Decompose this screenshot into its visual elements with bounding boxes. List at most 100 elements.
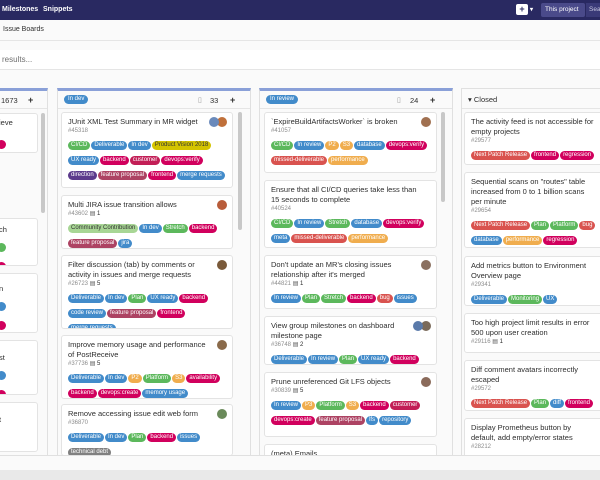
- label-badge[interactable]: Platform: [316, 401, 345, 410]
- label-badge[interactable]: Plan: [128, 433, 147, 442]
- label-badge[interactable]: Deliverable: [68, 374, 105, 383]
- label-badge[interactable]: CI/CD: [271, 219, 294, 228]
- global-search-input[interactable]: Search: [586, 3, 600, 17]
- label-badge[interactable]: Deliverable: [91, 141, 128, 150]
- label-badge[interactable]: backend: [100, 156, 129, 165]
- label-badge[interactable]: customer: [129, 156, 161, 165]
- label-badge[interactable]: UX: [543, 295, 558, 304]
- issue-title[interactable]: View group milestones on dashboard miles…: [271, 321, 431, 341]
- issue-card[interactable]: n: [0, 273, 38, 333]
- label-badge[interactable]: devops:create: [97, 389, 142, 398]
- label-badge[interactable]: performance: [348, 234, 389, 243]
- label-badge[interactable]: In dev: [105, 374, 128, 383]
- label-badge[interactable]: devops:verify: [385, 141, 428, 150]
- add-issue-button[interactable]: +: [28, 95, 33, 105]
- label-badge[interactable]: frontend: [148, 171, 177, 180]
- add-issue-button[interactable]: +: [430, 95, 435, 105]
- issue-title[interactable]: Improve memory usage and performance of …: [68, 340, 227, 360]
- add-issue-button[interactable]: +: [230, 95, 235, 105]
- label-badge[interactable]: Next Patch Release: [471, 151, 531, 160]
- issue-title[interactable]: Display Prometheus button by default, ad…: [471, 423, 600, 443]
- label-badge[interactable]: UX ready: [358, 355, 390, 364]
- label-badge[interactable]: In review: [294, 219, 325, 228]
- label-badge[interactable]: bug: [579, 221, 596, 230]
- assignee-avatar[interactable]: [217, 409, 227, 419]
- assignee-avatar[interactable]: [421, 260, 431, 270]
- issue-title[interactable]: Diff comment avatars incorrectly escaped: [471, 365, 600, 385]
- issue-card[interactable]: View group milestones on dashboard miles…: [264, 316, 437, 365]
- label-badge[interactable]: UX ready: [68, 156, 100, 165]
- label-badge[interactable]: issues: [177, 433, 201, 442]
- label-badge[interactable]: Stretch: [325, 219, 351, 228]
- label-badge[interactable]: Platform: [550, 221, 579, 230]
- issue-card[interactable]: Display Prometheus button by default, ad…: [464, 418, 600, 458]
- label-badge[interactable]: backend: [147, 433, 177, 442]
- issue-card[interactable]: Ensure that all CI/CD queries take less …: [264, 180, 437, 248]
- label-badge[interactable]: code review: [68, 309, 107, 318]
- label-badge[interactable]: Plan: [531, 221, 550, 230]
- label-badge[interactable]: UX ready: [147, 294, 179, 303]
- label-badge[interactable]: customer: [389, 401, 421, 410]
- issue-card[interactable]: st: [0, 340, 38, 395]
- label-badge[interactable]: backend: [360, 401, 389, 410]
- scrollbar[interactable]: [441, 112, 445, 202]
- issue-title[interactable]: `ExpireBuildArtifactsWorker` is broken: [271, 117, 431, 127]
- label-badge[interactable]: P2: [325, 141, 339, 150]
- label-badge[interactable]: In dev: [139, 224, 162, 233]
- label-badge[interactable]: backend: [347, 294, 376, 303]
- label-badge[interactable]: meta: [271, 234, 291, 243]
- label-badge[interactable]: Deliverable: [68, 433, 105, 442]
- label-badge[interactable]: Monitoring: [508, 295, 543, 304]
- assignee-avatar[interactable]: [421, 377, 431, 387]
- label-badge[interactable]: Deliverable: [68, 294, 105, 303]
- issue-card[interactable]: t: [0, 402, 38, 452]
- label-badge[interactable]: S3: [339, 141, 354, 150]
- issue-card[interactable]: `ExpireBuildArtifactsWorker` is broken #4…: [264, 112, 437, 173]
- scrollbar[interactable]: [41, 113, 45, 213]
- new-plus-icon[interactable]: +: [516, 4, 528, 15]
- label-badge[interactable]: memory usage: [142, 389, 189, 398]
- label-badge[interactable]: feature proposal: [315, 416, 366, 425]
- nav-milestones[interactable]: Milestones: [2, 6, 38, 13]
- label-badge[interactable]: backend: [179, 294, 209, 303]
- issue-title[interactable]: Too high project limit results in error …: [471, 318, 600, 338]
- label-badge[interactable]: database: [354, 141, 385, 150]
- label-badge[interactable]: In dev: [105, 294, 128, 303]
- search-scope-button[interactable]: This project: [541, 3, 585, 17]
- label-badge[interactable]: backend: [390, 355, 419, 364]
- issue-card[interactable]: Too high project limit results in error …: [464, 313, 600, 353]
- label-badge[interactable]: frontend: [531, 151, 560, 160]
- issue-card[interactable]: ieve: [0, 113, 38, 153]
- horizontal-scrollbar[interactable]: [0, 470, 600, 480]
- label-badge[interactable]: backend: [188, 224, 218, 233]
- assignee-avatar[interactable]: [217, 340, 227, 350]
- issue-card[interactable]: Sequential scans on "routes" table incre…: [464, 172, 600, 248]
- issue-card[interactable]: Multi JIRA issue transition allows #43602…: [61, 195, 233, 249]
- label-badge[interactable]: jira: [118, 239, 133, 248]
- label-badge[interactable]: S3: [172, 374, 186, 383]
- issue-card[interactable]: Diff comment avatars incorrectly escaped…: [464, 360, 600, 411]
- issue-card[interactable]: The activity feed is not accessible for …: [464, 112, 600, 165]
- assignee-avatar[interactable]: [209, 117, 219, 127]
- label-badge[interactable]: merge requests: [177, 171, 225, 180]
- label-badge[interactable]: diff: [550, 399, 564, 408]
- label-badge[interactable]: bug: [376, 294, 393, 303]
- label-badge[interactable]: feature proposal: [68, 239, 118, 248]
- label-badge[interactable]: Stretch: [321, 294, 347, 303]
- chevron-down-icon[interactable]: ▾: [530, 6, 533, 13]
- label-badge[interactable]: issues: [393, 294, 417, 303]
- issue-card[interactable]: Add metrics button to Environment Overvi…: [464, 256, 600, 306]
- label-badge[interactable]: In review: [294, 141, 325, 150]
- label-badge[interactable]: Plan: [339, 355, 358, 364]
- label-badge[interactable]: Plan: [302, 294, 321, 303]
- nav-snippets[interactable]: Snippets: [43, 6, 73, 13]
- list-label-in-review[interactable]: In review: [266, 95, 299, 104]
- label-badge[interactable]: devops:verify: [161, 156, 203, 165]
- label-badge[interactable]: Product Vision 2018: [151, 141, 212, 150]
- assignee-avatar[interactable]: [421, 117, 431, 127]
- label-badge[interactable]: devops:create: [271, 416, 315, 425]
- issue-title[interactable]: Multi JIRA issue transition allows: [68, 200, 227, 210]
- label-badge[interactable]: In dev: [105, 433, 128, 442]
- label-badge[interactable]: missed-deliverable: [271, 156, 328, 165]
- label-badge[interactable]: Platform: [471, 352, 499, 353]
